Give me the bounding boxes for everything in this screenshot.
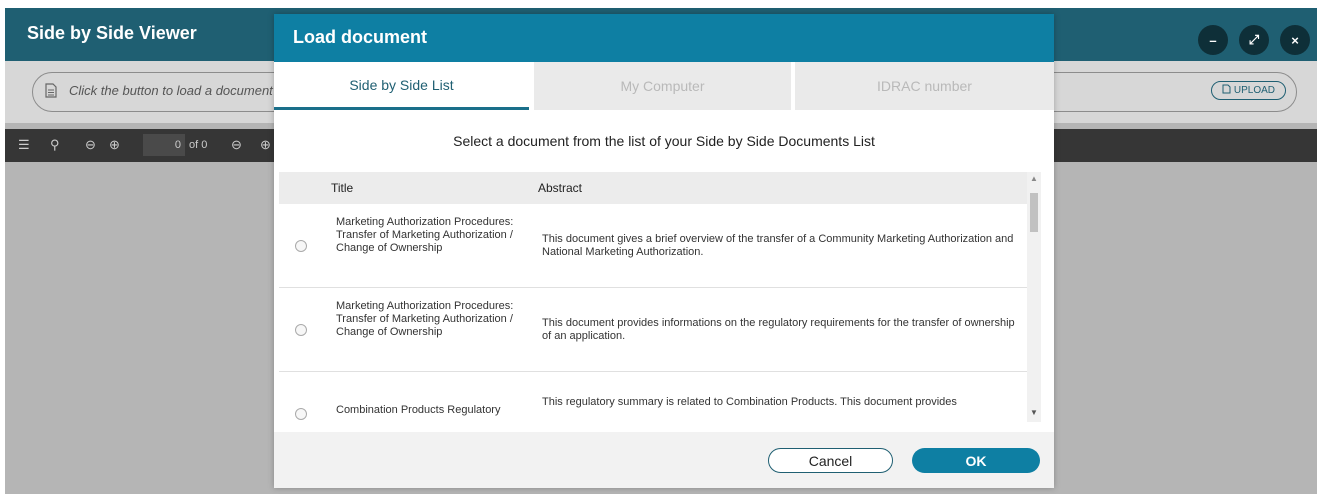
- cancel-button[interactable]: Cancel: [768, 448, 893, 473]
- load-document-placeholder: Click the button to load a document: [69, 83, 273, 98]
- scroll-up-icon[interactable]: ▲: [1030, 174, 1038, 183]
- list-header: Title Abstract: [279, 172, 1032, 204]
- document-icon: [45, 83, 57, 103]
- table-row[interactable]: Marketing Authorization Procedures: Tran…: [279, 204, 1032, 288]
- zoom-out-icon[interactable]: ⊖: [231, 137, 242, 153]
- page-count: of 0: [189, 139, 208, 151]
- ok-button[interactable]: OK: [912, 448, 1040, 473]
- instruction-text: Select a document from the list of your …: [453, 133, 875, 149]
- dialog-title: Load document: [293, 27, 427, 47]
- table-row[interactable]: Marketing Authorization Procedures: Tran…: [279, 288, 1032, 372]
- zoom-in-icon[interactable]: ⊕: [260, 137, 271, 153]
- row-title: Combination Products Regulatory: [336, 404, 501, 416]
- scrollbar-thumb[interactable]: [1030, 193, 1038, 232]
- upload-button[interactable]: UPLOAD: [1210, 81, 1286, 100]
- upload-icon: [1222, 84, 1231, 97]
- next-page-icon[interactable]: ⊕: [109, 137, 120, 153]
- search-icon[interactable]: ⚲: [50, 137, 60, 153]
- close-button[interactable]: ×: [1280, 25, 1310, 55]
- documents-list[interactable]: Title Abstract Marketing Authorization P…: [279, 172, 1041, 422]
- select-radio[interactable]: [295, 408, 307, 420]
- list-icon[interactable]: ☰: [18, 137, 30, 153]
- row-title: Marketing Authorization Procedures: Tran…: [336, 216, 514, 254]
- row-title: Marketing Authorization Procedures: Tran…: [336, 300, 514, 338]
- select-radio[interactable]: [295, 324, 307, 336]
- select-radio[interactable]: [295, 240, 307, 252]
- page-number-input[interactable]: 0: [143, 134, 185, 156]
- close-icon: ×: [1291, 32, 1299, 48]
- expand-icon: ⤢: [1248, 32, 1260, 47]
- row-abstract: This document gives a brief overview of …: [542, 233, 1014, 258]
- load-document-dialog: Load document Side by Side List My Compu…: [274, 14, 1054, 488]
- scroll-down-icon[interactable]: ▼: [1030, 408, 1038, 417]
- table-row[interactable]: Combination Products Regulatory This reg…: [279, 372, 1032, 422]
- tab-my-computer[interactable]: My Computer: [534, 62, 791, 110]
- minimize-button[interactable]: –: [1198, 25, 1228, 55]
- row-abstract: This regulatory summary is related to Co…: [542, 396, 957, 408]
- previous-page-icon[interactable]: ⊖: [85, 137, 96, 153]
- tab-idrac-number[interactable]: IDRAC number: [795, 62, 1054, 110]
- tab-side-by-side-list[interactable]: Side by Side List: [274, 62, 529, 110]
- row-abstract: This document provides informations on t…: [542, 317, 1015, 342]
- list-scrollbar[interactable]: ▲ ▼: [1027, 172, 1041, 422]
- dialog-body: Select a document from the list of your …: [274, 110, 1054, 432]
- dialog-tabs: Side by Side List My Computer IDRAC numb…: [274, 62, 1054, 110]
- column-header-abstract: Abstract: [538, 181, 583, 195]
- minimize-icon: –: [1209, 32, 1217, 48]
- app-title: Side by Side Viewer: [27, 23, 197, 43]
- column-header-title: Title: [331, 181, 354, 195]
- expand-button[interactable]: ⤢: [1239, 25, 1269, 55]
- dialog-header: Load document: [274, 14, 1054, 62]
- upload-label: UPLOAD: [1233, 85, 1275, 96]
